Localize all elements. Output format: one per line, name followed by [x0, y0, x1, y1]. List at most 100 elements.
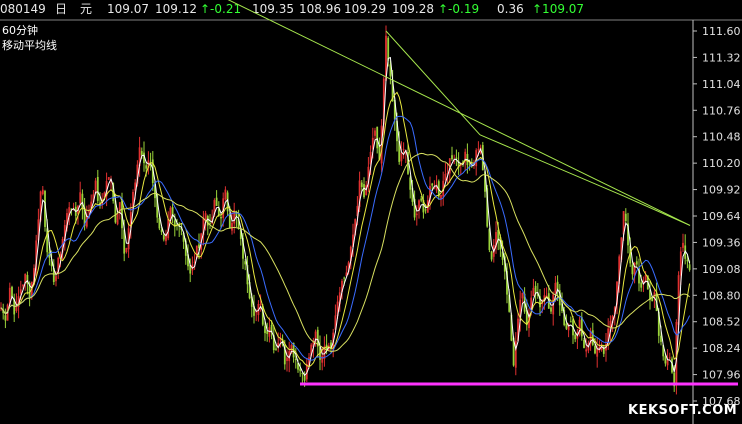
candle-body	[431, 183, 434, 186]
candle-body	[420, 198, 423, 201]
header-field: 0.36	[497, 2, 524, 16]
header-fields: 109.07 109.12 ↑-0.21 109.35 108.96 109.29 109.…	[107, 2, 584, 16]
candle-body	[402, 148, 405, 150]
header-field: 109.29	[344, 2, 386, 16]
candle-body	[343, 277, 346, 279]
candle-body	[387, 37, 390, 61]
y-tick-label: 111.60	[702, 25, 741, 38]
header-field: ↑-0.21	[200, 2, 241, 16]
candle-body	[259, 304, 262, 306]
candle-body	[116, 213, 119, 225]
candle-body	[11, 286, 13, 298]
candle-body	[624, 213, 627, 222]
header-field: ↑-0.19	[438, 2, 479, 16]
candle-body	[125, 247, 128, 253]
y-tick-label: 111.04	[702, 78, 741, 91]
candle-body	[266, 331, 269, 334]
y-tick-label: 108.80	[702, 289, 741, 302]
candle-body	[532, 287, 535, 296]
candle-body	[534, 285, 537, 294]
candle-body	[294, 358, 297, 360]
header-field: 109.28	[392, 2, 434, 16]
candle-body	[682, 242, 684, 248]
candle-body	[644, 275, 647, 282]
candle-body	[400, 152, 403, 162]
y-tick-label: 111.32	[702, 51, 741, 64]
candle-body	[321, 355, 324, 363]
price-chart: 080149 日 元 109.07 109.12 ↑-0.21 109.35 108.9…	[0, 0, 742, 424]
candle-body	[585, 349, 588, 352]
candle-body	[635, 261, 638, 265]
candle-body	[477, 149, 480, 151]
y-tick-label: 109.08	[702, 263, 741, 276]
candle-body	[668, 357, 671, 359]
header-field: 109.12	[155, 2, 197, 16]
candle-body	[521, 292, 524, 299]
candle-body	[41, 189, 44, 195]
watermark: KEKSOFT.COM	[628, 403, 737, 418]
candle-body	[580, 317, 583, 337]
candle-body	[88, 211, 90, 213]
header-currency: 元	[80, 2, 92, 16]
candle-body	[81, 193, 84, 210]
candle-body	[96, 176, 99, 201]
header-period: 日	[55, 2, 67, 16]
y-tick-label: 110.76	[702, 104, 741, 117]
candle-body	[268, 327, 271, 337]
y-tick-label: 107.96	[702, 369, 741, 382]
candle-body	[215, 197, 218, 206]
chart-background	[0, 0, 742, 424]
y-tick-label: 110.20	[702, 157, 741, 170]
candle-body	[220, 217, 222, 219]
candle-body	[107, 177, 110, 180]
panel-timeframe: 60分钟	[2, 23, 38, 37]
y-tick-label: 108.24	[702, 342, 741, 355]
candle-body	[424, 209, 427, 211]
candle-body	[686, 259, 689, 262]
header-bar: 080149 日 元 109.07 109.12 ↑-0.21 109.35 108.9…	[0, 2, 584, 16]
y-tick-label: 109.36	[702, 236, 741, 249]
candle-body	[594, 346, 596, 354]
candle-body	[231, 222, 233, 231]
candle-body	[440, 194, 442, 199]
candle-body	[688, 264, 691, 270]
y-tick-label: 108.52	[702, 316, 741, 329]
candle-body	[490, 251, 493, 260]
candle-body	[363, 184, 365, 198]
candle-body	[4, 315, 7, 321]
header-code: 080149	[0, 2, 46, 16]
header-field: 109.07	[107, 2, 149, 16]
candle-body	[554, 282, 557, 294]
header-field: ↑109.07	[532, 2, 584, 16]
candle-body	[451, 155, 453, 160]
candle-body	[22, 284, 24, 287]
candle-body	[224, 189, 227, 200]
header-field: 108.96	[299, 2, 341, 16]
candle-body	[376, 126, 379, 149]
candle-body	[264, 326, 266, 334]
y-tick-label: 110.48	[702, 131, 741, 144]
candle-body	[574, 334, 577, 340]
candle-body	[286, 357, 288, 361]
candle-body	[145, 165, 148, 169]
candle-body	[55, 276, 57, 282]
candle-body	[360, 182, 363, 187]
candle-body	[162, 234, 165, 240]
candle-body	[19, 289, 22, 294]
candle-body	[569, 321, 572, 323]
y-tick-label: 109.64	[702, 210, 741, 223]
candle-body	[664, 356, 667, 364]
candle-body	[631, 264, 634, 275]
panel-indicator: 移动平均线	[2, 38, 57, 52]
candle-body	[583, 340, 585, 348]
candle-body	[565, 323, 568, 329]
y-tick-label: 109.92	[702, 184, 741, 197]
candle-body	[374, 130, 376, 136]
candle-body	[455, 157, 458, 159]
candle-body	[444, 173, 447, 181]
candle-body	[550, 307, 552, 312]
candle-body	[415, 213, 418, 216]
candle-body	[640, 282, 643, 288]
candle-body	[79, 192, 82, 204]
candle-body	[140, 151, 143, 156]
